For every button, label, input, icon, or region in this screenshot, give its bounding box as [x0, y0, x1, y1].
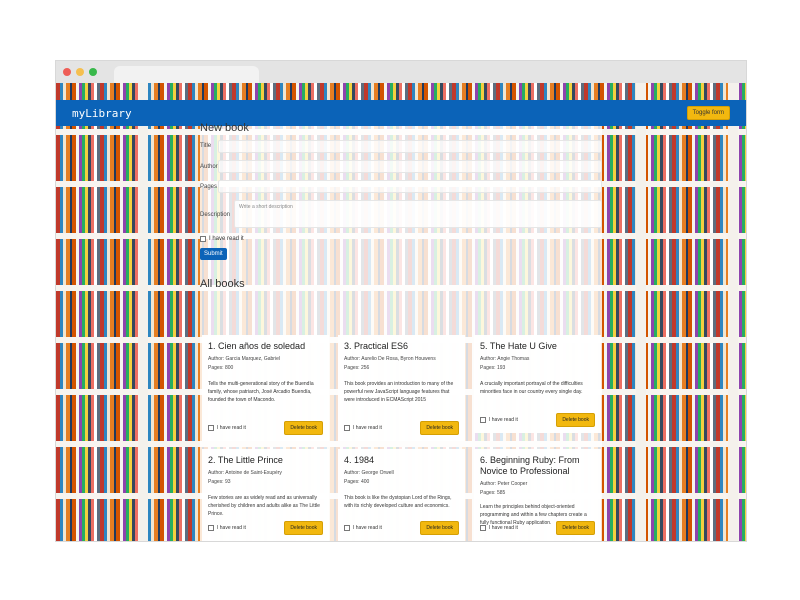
maximize-window-icon[interactable]	[89, 68, 97, 76]
book-read-label: I have read it	[217, 525, 246, 531]
book-read-label: I have read it	[217, 425, 246, 431]
toggle-form-button[interactable]: Toggle form	[686, 106, 730, 120]
book-author: Author: Angie Thomas	[480, 356, 530, 362]
book-read-checkbox[interactable]	[344, 525, 350, 531]
book-read-label: I have read it	[489, 525, 518, 531]
browser-title-bar	[56, 61, 746, 83]
book-read-toggle[interactable]: I have read it	[480, 417, 518, 423]
title-input[interactable]	[218, 140, 602, 153]
read-checkbox-label: I have read it	[209, 236, 244, 242]
author-label: Author	[200, 164, 218, 170]
book-read-label: I have read it	[489, 417, 518, 423]
book-author: Author: Aurelio De Rosa, Byron Houwens	[344, 356, 436, 362]
delete-book-button[interactable]: Delete book	[556, 413, 595, 427]
submit-button[interactable]: Submit	[200, 248, 227, 260]
pages-input[interactable]	[218, 180, 602, 193]
shelf-divider	[138, 83, 148, 541]
book-title: 5. The Hate U Give	[480, 341, 557, 351]
book-card: 2. The Little Prince Author: Antoine de …	[202, 449, 329, 541]
book-title: 4. 1984	[344, 455, 375, 465]
book-description: A crucially important portrayal of the d…	[480, 381, 583, 395]
book-read-checkbox[interactable]	[208, 525, 214, 531]
book-title: 3. Practical ES6	[344, 341, 409, 351]
book-read-toggle[interactable]: I have read it	[344, 425, 382, 431]
close-window-icon[interactable]	[63, 68, 71, 76]
book-description: This book provides an introduction to ma…	[344, 381, 454, 403]
app-header: myLibrary Toggle form	[56, 100, 746, 126]
author-input[interactable]	[218, 160, 602, 173]
delete-book-button[interactable]: Delete book	[284, 521, 323, 535]
new-book-heading: New book	[200, 122, 249, 134]
book-pages: Pages: 400	[344, 479, 370, 485]
delete-book-button[interactable]: Delete book	[284, 421, 323, 435]
shelf-divider	[728, 83, 738, 541]
read-checkbox-row[interactable]: I have read it	[200, 236, 244, 242]
book-read-checkbox[interactable]	[208, 425, 214, 431]
book-pages: Pages: 256	[344, 365, 370, 371]
read-checkbox[interactable]	[200, 236, 206, 242]
book-title: 2. The Little Prince	[208, 455, 283, 465]
book-description: Few stories are as widely read and as un…	[208, 495, 320, 517]
app-title: myLibrary	[72, 106, 132, 120]
book-author: Author: Peter Cooper	[480, 481, 528, 487]
book-read-toggle[interactable]: I have read it	[208, 425, 246, 431]
minimize-window-icon[interactable]	[76, 68, 84, 76]
delete-book-button[interactable]: Delete book	[420, 421, 459, 435]
book-read-checkbox[interactable]	[480, 417, 486, 423]
book-description: This book is like the dystopian Lord of …	[344, 495, 452, 509]
description-label: Description	[200, 212, 231, 218]
delete-book-button[interactable]: Delete book	[420, 521, 459, 535]
book-author: Author: George Orwell	[344, 470, 394, 476]
book-pages: Pages: 193	[480, 365, 506, 371]
all-books-heading: All books	[200, 278, 245, 290]
page-viewport: myLibrary Toggle form New book Title Aut…	[56, 83, 746, 541]
book-title: 1. Cien años de soledad	[208, 341, 306, 351]
delete-book-button[interactable]: Delete book	[556, 521, 595, 535]
book-author: Author: Garcia Marquez, Gabriel	[208, 356, 280, 362]
book-read-toggle[interactable]: I have read it	[344, 525, 382, 531]
book-read-label: I have read it	[353, 525, 382, 531]
book-read-label: I have read it	[353, 425, 382, 431]
book-read-toggle[interactable]: I have read it	[480, 525, 518, 531]
book-description: Tells the multi-generational story of th…	[208, 381, 314, 403]
book-read-checkbox[interactable]	[344, 425, 350, 431]
shelf-divider	[636, 83, 646, 541]
browser-tab[interactable]	[114, 66, 259, 83]
book-author: Author: Antoine de Saint-Exupéry	[208, 470, 282, 476]
book-card: 4. 1984 Author: George Orwell Pages: 400…	[338, 449, 465, 541]
description-textarea[interactable]: Write a short description	[234, 200, 602, 228]
browser-window: myLibrary Toggle form New book Title Aut…	[55, 60, 747, 542]
title-label: Title	[200, 143, 212, 149]
book-card: 1. Cien años de soledad Author: Garcia M…	[202, 335, 329, 441]
book-pages: Pages: 585	[480, 490, 506, 496]
book-card: 5. The Hate U Give Author: Angie Thomas …	[474, 335, 601, 433]
book-pages: Pages: 93	[208, 479, 231, 485]
book-title: 6. Beginning Ruby: From Novice to Profes…	[480, 455, 580, 476]
book-card: 6. Beginning Ruby: From Novice to Profes…	[474, 449, 601, 541]
book-pages: Pages: 800	[208, 365, 234, 371]
pages-label: Pages	[200, 184, 218, 190]
book-read-checkbox[interactable]	[480, 525, 486, 531]
book-card: 3. Practical ES6 Author: Aurelio De Rosa…	[338, 335, 465, 441]
book-read-toggle[interactable]: I have read it	[208, 525, 246, 531]
